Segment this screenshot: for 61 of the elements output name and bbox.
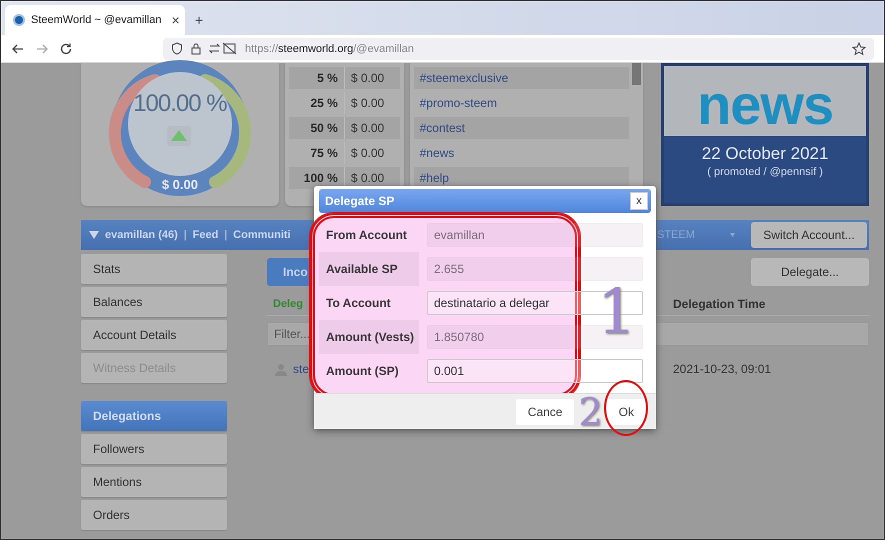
sidebar-item[interactable]: Stats	[81, 254, 227, 284]
field-label: From Account	[325, 227, 408, 244]
input-field[interactable]: 0.001	[427, 359, 643, 383]
field-label: To Account	[325, 295, 392, 312]
close-button[interactable]: x	[630, 192, 648, 210]
column-header: Deleg	[272, 298, 303, 310]
value-cell: $ 0.00	[344, 142, 400, 164]
lock-icon	[191, 42, 201, 55]
bookmark-star-icon[interactable]	[852, 42, 866, 56]
shield-icon	[171, 42, 183, 55]
scrollbar-thumb[interactable]	[632, 63, 642, 85]
percent-cell-text: 25 %	[309, 95, 339, 112]
banner-credit: ( promoted / @pennsif )	[707, 166, 823, 178]
field-label: Available SP	[319, 252, 419, 286]
table-cell-text: 2021-10-23, 09:01	[673, 362, 772, 376]
banner-headline: news	[697, 74, 834, 136]
reload-icon[interactable]	[59, 42, 73, 56]
value-cell: $ 0.00	[344, 92, 400, 114]
new-tab-button[interactable]: +	[191, 5, 208, 35]
step-number: 2	[578, 394, 603, 430]
permissions-icon	[209, 42, 237, 55]
value-cell: $ 0.00	[344, 67, 400, 89]
delegate-button[interactable]: Delegate...	[751, 258, 869, 286]
banner-date: 22 October 2021	[702, 144, 828, 164]
percent-cell-text: 50 %	[309, 120, 339, 137]
vote-percentage: 100.00 %	[132, 90, 228, 118]
percent-cell-text: 100 %	[302, 170, 339, 187]
tag-link[interactable]: #news	[414, 142, 630, 164]
forward-icon[interactable]	[35, 42, 49, 56]
vote-value: $ 0.00	[160, 177, 199, 192]
percent-cell-text: 5 %	[316, 70, 339, 87]
caret-icon	[730, 233, 735, 237]
separator: |	[224, 229, 228, 241]
switch-account-button[interactable]: Switch Account...	[751, 222, 867, 248]
value-cell: $ 0.00	[344, 117, 400, 139]
tab-close-button[interactable]: ×	[168, 5, 184, 35]
circle-annotation	[604, 380, 648, 436]
sidebar-item[interactable]: Mentions	[81, 467, 227, 497]
user-link[interactable]: ste	[293, 362, 310, 376]
sidebar-item[interactable]: Orders	[81, 500, 227, 530]
ok-button[interactable]: Ok	[606, 398, 646, 424]
sidebar-item[interactable]: Followers	[81, 434, 227, 464]
cancel-button[interactable]: Cance	[516, 398, 574, 424]
tag-link[interactable]: #promo-steem	[414, 92, 630, 114]
tag-link[interactable]: #contest	[414, 117, 630, 139]
column-header: Delegation Time	[673, 296, 766, 310]
dialog-title: Delegate SP	[325, 194, 394, 208]
field-label: Amount (SP)	[325, 363, 400, 380]
site-icon	[13, 14, 25, 26]
url-text: https://steemworld.org/@evamillan	[245, 42, 415, 54]
dropdown-triangle-icon[interactable]	[89, 231, 99, 239]
sidebar-item[interactable]: Balances	[81, 287, 227, 317]
tag-link[interactable]: #steemexclusive	[414, 67, 630, 89]
tab-title: SteemWorld ~ @evamillan	[31, 14, 162, 26]
browser-tab[interactable]: SteemWorld ~ @evamillan ×	[5, 5, 185, 35]
percent-cell-text: 75 %	[309, 145, 339, 162]
separator: |	[184, 229, 187, 241]
field-label: Amount (Vests)	[319, 320, 419, 354]
back-icon[interactable]	[11, 42, 25, 56]
address-bar[interactable]: https://steemworld.org/@evamillan	[163, 38, 874, 60]
sidebar-item[interactable]: Account Details	[81, 320, 227, 350]
